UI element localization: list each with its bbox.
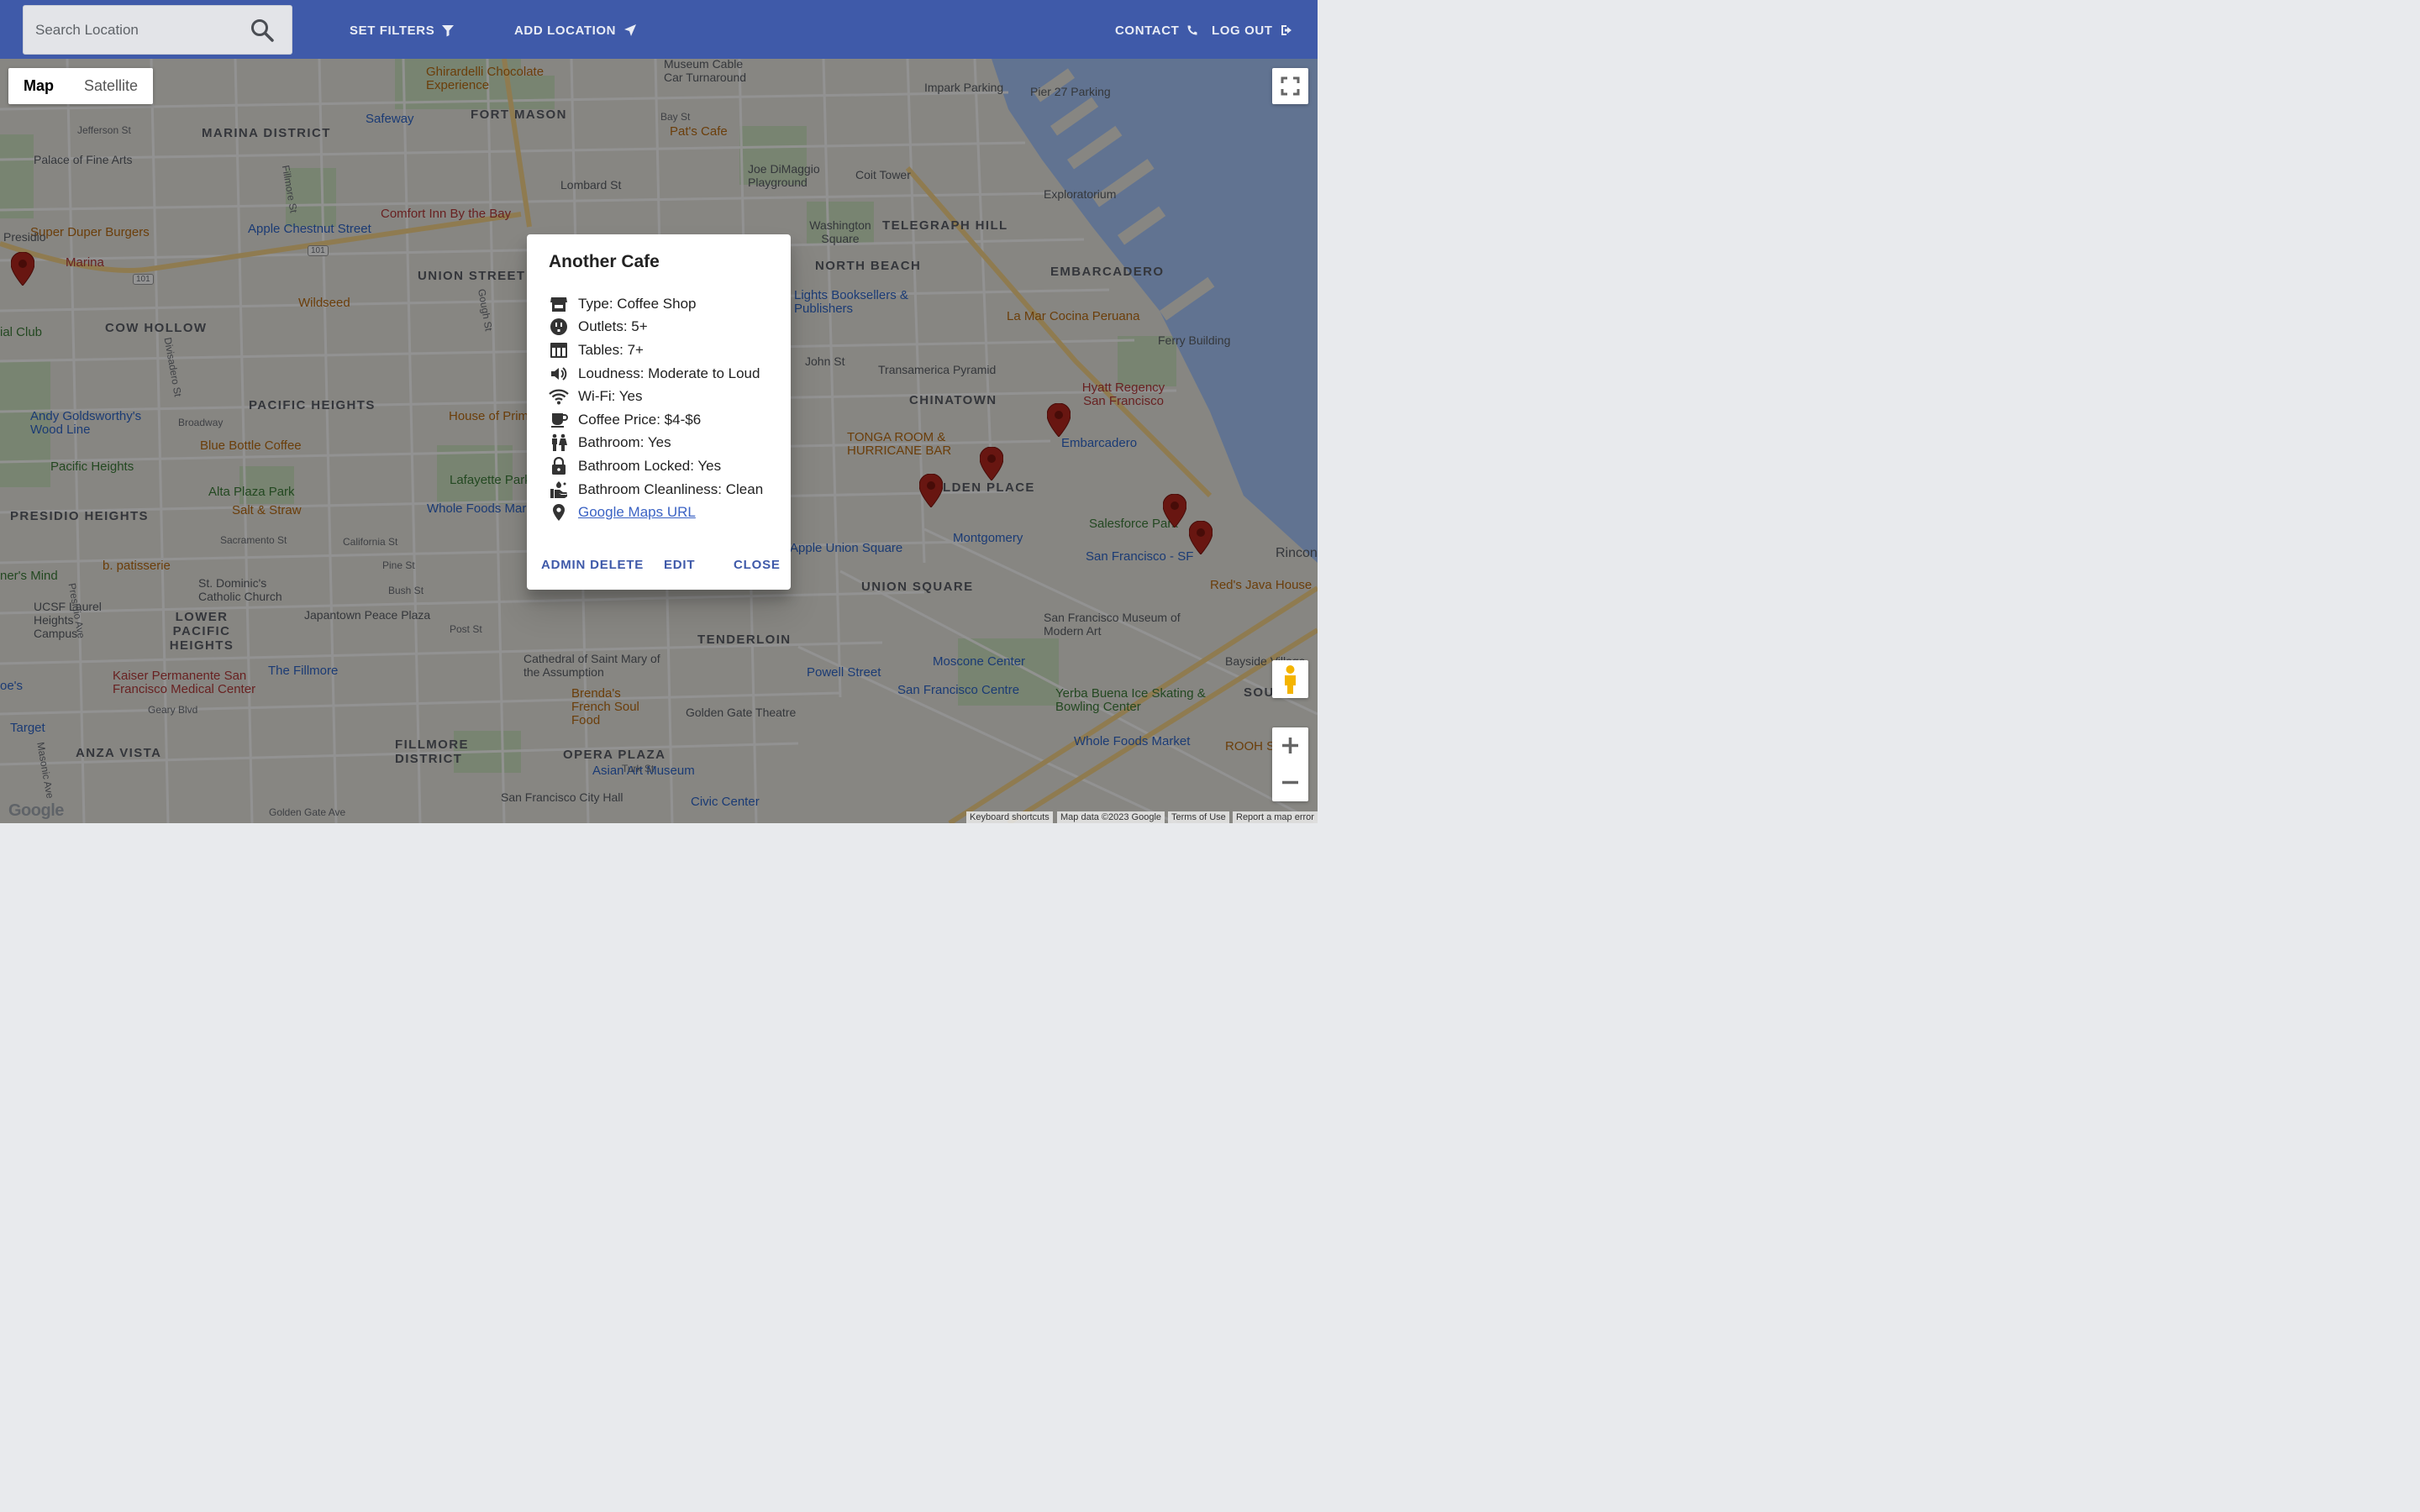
list-item: Wi-Fi: Yes — [549, 385, 763, 408]
list-item: Bathroom Locked: Yes — [549, 454, 763, 478]
navigation-arrow-icon — [624, 24, 637, 36]
clean-hands-icon — [550, 480, 567, 498]
zoom-in-button[interactable] — [1272, 727, 1308, 764]
log-out-button[interactable]: LOG OUT — [1212, 22, 1294, 39]
pegman-icon — [1285, 665, 1296, 694]
add-location-label: ADD LOCATION — [514, 23, 617, 38]
coffee-icon — [551, 412, 568, 428]
contact-label: CONTACT — [1115, 23, 1180, 38]
list-item: Coffee Price: $4-$6 — [549, 408, 763, 432]
map-type-control: Map Satellite — [8, 68, 154, 104]
wifi-icon — [549, 389, 569, 405]
edit-button[interactable]: EDIT — [664, 558, 695, 572]
top-app-bar: Search Location SET FILTERS ADD LOCATION… — [0, 0, 1318, 59]
attribute-text: Outlets: 5+ — [578, 318, 648, 335]
store-icon — [550, 297, 567, 312]
restroom-icon — [552, 434, 567, 452]
contact-button[interactable]: CONTACT — [1115, 22, 1199, 39]
location-details-dialog: Another Cafe Type: Coffee Shop Outlets: … — [527, 234, 791, 590]
phone-icon — [1187, 25, 1197, 35]
map-type-satellite-button[interactable]: Satellite — [69, 68, 153, 104]
zoom-out-button[interactable] — [1272, 764, 1308, 801]
attribute-text: Tables: 7+ — [578, 341, 644, 358]
fullscreen-icon — [1281, 76, 1300, 96]
search-icon[interactable] — [250, 18, 275, 43]
search-input[interactable]: Search Location — [35, 22, 139, 39]
list-item: Tables: 7+ — [549, 339, 763, 362]
add-location-button[interactable]: ADD LOCATION — [514, 22, 638, 39]
map-data-attribution: Map data ©2023 Google — [1057, 811, 1165, 823]
list-item: Outlets: 5+ — [549, 316, 763, 339]
lock-icon — [552, 456, 566, 475]
set-filters-label: SET FILTERS — [350, 23, 435, 38]
attribute-text: Bathroom: Yes — [578, 434, 671, 451]
terms-of-use-link[interactable]: Terms of Use — [1168, 811, 1229, 823]
sign-out-icon — [1281, 25, 1292, 35]
close-button[interactable]: CLOSE — [734, 558, 781, 572]
attribute-text: Loudness: Moderate to Loud — [578, 365, 760, 381]
search-field[interactable]: Search Location — [23, 5, 292, 55]
list-item: Loudness: Moderate to Loud — [549, 362, 763, 386]
zoom-control — [1272, 727, 1308, 801]
attribute-text: Wi-Fi: Yes — [578, 388, 643, 405]
list-item: Bathroom Cleanliness: Clean — [549, 478, 763, 501]
dialog-actions: ADMIN DELETE EDIT CLOSE — [527, 558, 791, 575]
set-filters-button[interactable]: SET FILTERS — [350, 22, 455, 39]
google-maps-link[interactable]: Google Maps URL — [578, 504, 696, 521]
attribute-text: Coffee Price: $4-$6 — [578, 411, 702, 428]
street-view-pegman[interactable] — [1272, 660, 1308, 698]
attribute-text: Type: Coffee Shop — [578, 295, 697, 312]
admin-delete-button[interactable]: ADMIN DELETE — [541, 558, 644, 572]
table-icon — [550, 342, 567, 358]
map-type-map-button[interactable]: Map — [8, 68, 69, 104]
fullscreen-button[interactable] — [1272, 68, 1308, 104]
report-map-error-link[interactable]: Report a map error — [1233, 811, 1318, 823]
attribute-text: Bathroom Cleanliness: Clean — [578, 480, 764, 497]
list-item: Type: Coffee Shop — [549, 292, 763, 316]
dialog-title: Another Cafe — [549, 252, 660, 271]
list-item: Bathroom: Yes — [549, 432, 763, 455]
volume-icon — [551, 366, 567, 381]
google-logo[interactable]: Google — [8, 801, 64, 821]
filter-icon — [442, 25, 455, 37]
log-out-label: LOG OUT — [1212, 23, 1273, 38]
outlet-icon — [550, 318, 567, 336]
attribute-text: Bathroom Locked: Yes — [578, 457, 722, 474]
plus-icon — [1282, 738, 1298, 753]
location-attribute-list: Type: Coffee Shop Outlets: 5+ Tables: 7+… — [549, 292, 763, 524]
keyboard-shortcuts-link[interactable]: Keyboard shortcuts — [966, 811, 1053, 823]
location-pin-icon — [553, 504, 565, 522]
minus-icon — [1282, 780, 1298, 785]
list-item: Google Maps URL — [549, 501, 763, 524]
